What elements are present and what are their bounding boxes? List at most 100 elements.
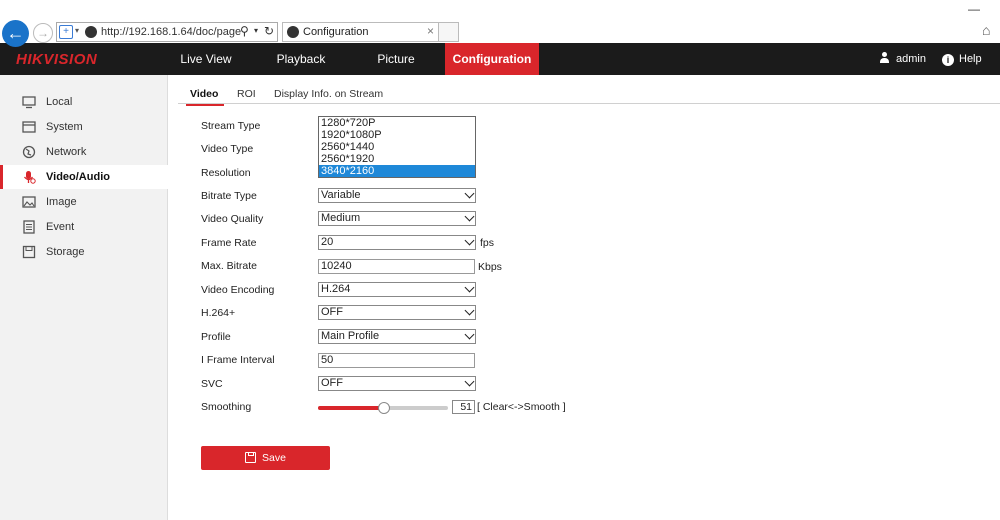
tab-roi[interactable]: ROI [237,86,256,104]
sub-tab-bar: Video ROI Display Info. on Stream [178,86,1000,106]
smoothing-slider-handle[interactable] [378,402,391,414]
sidebar-item-label: Image [46,196,77,208]
chevron-down-icon [464,211,475,222]
video-type-label: Video Type [201,143,254,155]
tab-title: Configuration [303,26,369,38]
sidebar-item-video-audio[interactable]: Video/Audio [0,165,168,189]
resolution-option[interactable]: 1920*1080P [319,129,475,141]
chevron-down-icon [464,376,475,387]
profile-select[interactable]: Main Profile [318,329,476,344]
i-frame-interval-label: I Frame Interval [201,354,275,366]
new-tab-button[interactable] [439,22,459,42]
chevron-down-icon[interactable]: ▾ [75,26,79,35]
h264plus-label: H.264+ [201,307,236,319]
frame-rate-value: 20 [321,236,334,248]
back-arrow-icon[interactable]: ← [2,20,29,47]
sidebar-item-label: Storage [46,246,85,258]
url-text[interactable]: http://192.168.1.64/doc/page [101,26,241,38]
chevron-down-icon [464,235,475,246]
compatibility-icon[interactable]: + [59,25,73,39]
sidebar: Local System Network Video/Audio Image E… [0,75,168,520]
resolution-option[interactable]: 2560*1440 [319,141,475,153]
video-encoding-select[interactable]: H.264 [318,282,476,297]
video-quality-value: Medium [321,212,361,224]
sidebar-item-local[interactable]: Local [0,90,168,114]
frame-rate-unit: fps [480,237,495,249]
sidebar-item-event[interactable]: Event [0,215,168,239]
frame-rate-label: Frame Rate [201,237,257,249]
disk-icon [22,245,36,259]
event-list-icon [23,220,35,234]
sidebar-item-label: Local [46,96,73,108]
smoothing-slider[interactable] [318,402,448,414]
browser-chrome: ← → + ▾ http://192.168.1.64/doc/page ⚲ ▾… [0,0,1000,47]
smoothing-value-input[interactable]: 51 [452,400,475,414]
save-label: Save [262,452,286,464]
system-icon [22,121,36,133]
stream-type-label: Stream Type [201,120,261,132]
microphone-icon [23,171,36,184]
sidebar-item-storage[interactable]: Storage [0,240,168,264]
svc-select[interactable]: OFF [318,376,476,391]
nav-live-view[interactable]: Live View [168,43,244,75]
smoothing-slider-fill [318,406,385,410]
logo-part1: HIK [16,51,44,68]
nav-playback[interactable]: Playback [258,43,344,75]
resolution-label: Resolution [201,167,251,179]
top-navigation: HIKVISION Live View Playback Picture Con… [0,43,1000,75]
i-frame-interval-input[interactable]: 50 [318,353,475,368]
user-name: admin [896,53,926,65]
h264plus-value: OFF [321,306,343,318]
browser-tab[interactable]: Configuration × [282,22,439,42]
video-quality-select[interactable]: Medium [318,211,476,226]
logo-part2: VISION [43,51,98,68]
home-icon[interactable]: ⌂ [982,22,990,38]
sidebar-item-system[interactable]: System [0,115,168,139]
resolution-option-selected[interactable]: 3840*2160 [319,165,475,177]
video-encoding-label: Video Encoding [201,284,275,296]
image-icon [22,196,36,208]
sidebar-item-label: Event [46,221,75,233]
sidebar-item-network[interactable]: Network [0,140,168,164]
address-dropdown-icon[interactable]: ▾ [254,26,258,35]
svc-value: OFF [321,377,343,389]
refresh-icon[interactable]: ↻ [264,24,274,38]
user-menu[interactable]: admin [879,43,926,75]
chevron-down-icon [464,282,475,293]
chevron-down-icon [464,329,475,340]
minimize-icon[interactable]: — [968,2,980,16]
sidebar-item-label: Network [46,146,87,158]
bitrate-type-select[interactable]: Variable [318,188,476,203]
chevron-down-icon [464,305,475,316]
max-bitrate-unit: Kbps [478,261,502,273]
tab-close-icon[interactable]: × [427,24,434,38]
profile-value: Main Profile [321,330,380,342]
help-link[interactable]: i Help [942,43,982,75]
nav-configuration[interactable]: Configuration [445,43,539,75]
sidebar-item-image[interactable]: Image [0,190,168,214]
globe-icon [22,145,36,159]
tab-favicon-icon [287,26,299,38]
forward-arrow-icon[interactable]: → [33,23,53,43]
profile-label: Profile [201,331,231,343]
save-button[interactable]: Save [201,446,330,470]
address-bar[interactable]: + ▾ http://192.168.1.64/doc/page ⚲ ▾ ↻ [56,22,278,42]
svc-label: SVC [201,378,223,390]
user-icon [879,52,890,63]
tab-video[interactable]: Video [185,86,225,106]
bitrate-type-label: Bitrate Type [201,190,257,202]
monitor-icon [22,96,36,109]
tab-display-info[interactable]: Display Info. on Stream [274,86,383,104]
video-quality-label: Video Quality [201,213,264,225]
resolution-option[interactable]: 2560*1920 [319,153,475,165]
search-icon[interactable]: ⚲ [240,24,249,38]
nav-picture[interactable]: Picture [356,43,436,75]
smoothing-hint: [ Clear<->Smooth ] [477,401,566,413]
save-disk-icon [245,452,257,463]
frame-rate-select[interactable]: 20 [318,235,476,250]
resolution-dropdown-list[interactable]: 1280*720P 1920*1080P 2560*1440 2560*1920… [318,116,476,178]
h264plus-select[interactable]: OFF [318,305,476,320]
bitrate-type-value: Variable [321,189,361,201]
max-bitrate-input[interactable]: 10240 [318,259,475,274]
resolution-option[interactable]: 1280*720P [319,117,475,129]
